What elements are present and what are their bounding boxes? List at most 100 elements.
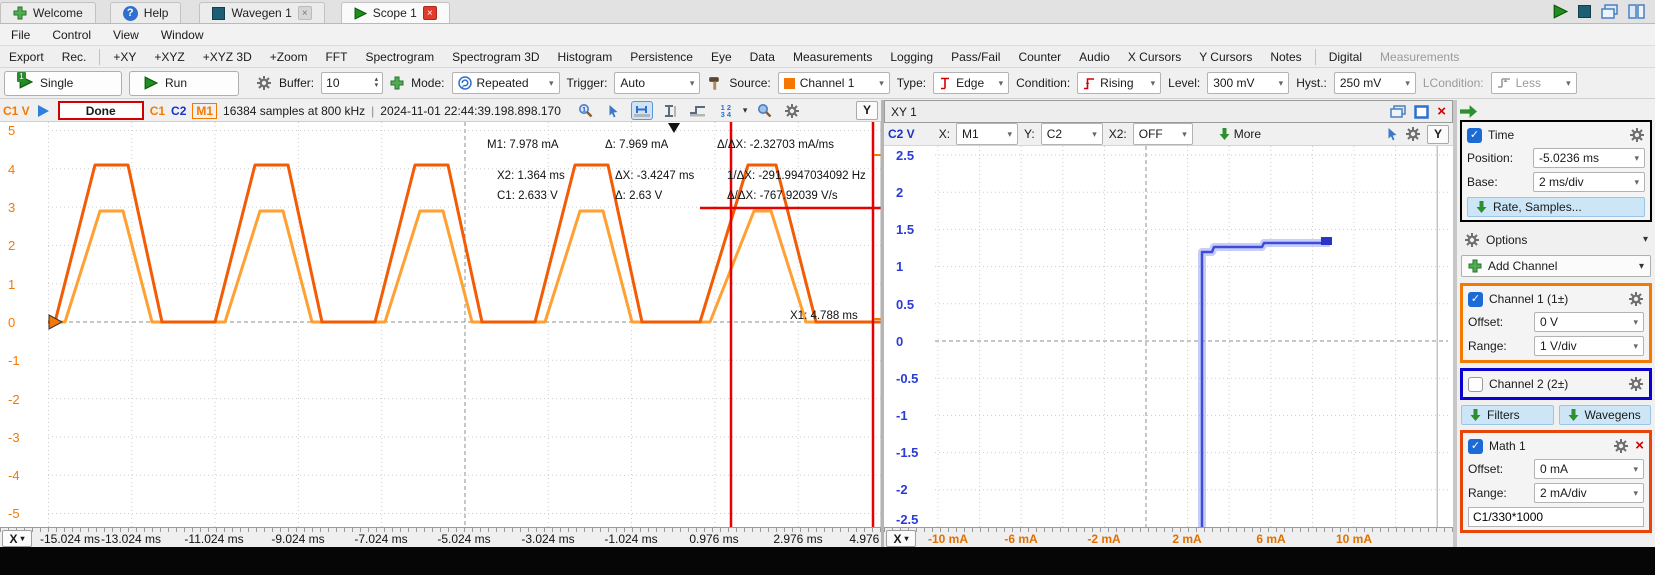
condition-combo[interactable]: Rising ▾	[1077, 72, 1161, 94]
trigger-combo[interactable]: Auto ▾	[614, 72, 700, 94]
options-row[interactable]: Options ▾	[1460, 228, 1652, 251]
ribbon-notes[interactable]: Notes	[1261, 50, 1310, 64]
zoom-icon[interactable]	[753, 101, 775, 120]
ribbon-spectrogram[interactable]: Spectrogram	[356, 50, 443, 64]
single-button[interactable]: 1 Single	[4, 71, 122, 96]
xy-window-titlebar[interactable]: XY 1 ×	[884, 100, 1453, 123]
horizontal-cursor-mode-icon[interactable]	[631, 101, 653, 120]
filters-button[interactable]: Filters	[1461, 405, 1554, 425]
channel2-checkbox[interactable]	[1468, 377, 1483, 392]
menu-file[interactable]: File	[0, 28, 41, 42]
xy-pointer-icon[interactable]	[1386, 127, 1399, 141]
ribbon-ycursors[interactable]: Y Cursors	[1190, 50, 1261, 64]
ribbon-persistence[interactable]: Persistence	[621, 50, 702, 64]
xy-y-combo[interactable]: C2 ▾	[1041, 123, 1103, 145]
xy-gear-icon[interactable]	[1405, 126, 1421, 142]
tab-help[interactable]: ? Help	[110, 2, 182, 23]
step-cursor-mode-icon[interactable]	[687, 101, 709, 120]
math1-badge[interactable]: M1	[192, 103, 217, 119]
ribbon-xyz[interactable]: +XYZ	[145, 50, 193, 64]
menu-view[interactable]: View	[102, 28, 150, 42]
type-combo[interactable]: Edge ▾	[933, 72, 1009, 94]
pointer-mode-icon[interactable]	[603, 101, 625, 120]
xy-more-button[interactable]: More	[1213, 124, 1267, 144]
channel2-gear-icon[interactable]	[1628, 376, 1644, 392]
float-window-icon[interactable]	[1390, 105, 1406, 119]
xy-y-axis-button[interactable]: Y	[1427, 125, 1449, 144]
menu-window[interactable]: Window	[150, 28, 215, 42]
level-combo[interactable]: 300 mV ▾	[1207, 72, 1289, 94]
stop-all-icon[interactable]	[1578, 5, 1591, 18]
ribbon-counter[interactable]: Counter	[1009, 50, 1070, 64]
scope-options-gear-icon[interactable]	[781, 101, 803, 120]
scope-axis-tag[interactable]: C1 V	[3, 104, 30, 118]
cascade-windows-icon[interactable]	[1601, 4, 1618, 19]
time-gear-icon[interactable]	[1629, 127, 1645, 143]
channel2-badge[interactable]: C2	[171, 104, 186, 118]
ribbon-audio[interactable]: Audio	[1070, 50, 1119, 64]
ribbon-data[interactable]: Data	[741, 50, 784, 64]
scope-plot[interactable]: 5 4 3 2 1 0 -1 -2 -3 -4 -5	[0, 122, 881, 527]
tab-wavegen[interactable]: Wavegen 1 ×	[199, 2, 324, 23]
ribbon-xcursors[interactable]: X Cursors	[1119, 50, 1190, 64]
xy-plot[interactable]: 2.5 2 1.5 1 0.5 0 -0.5 -1 -1.5 -2 -2.5	[884, 146, 1453, 527]
ribbon-histogram[interactable]: Histogram	[549, 50, 622, 64]
math1-gear-icon[interactable]	[1613, 438, 1629, 454]
trigger-hammer-icon[interactable]	[707, 76, 722, 91]
quad-view-icon[interactable]: 1 23 4	[715, 101, 737, 120]
tile-windows-icon[interactable]	[1628, 4, 1645, 19]
maximize-window-icon[interactable]	[1414, 105, 1429, 119]
run-all-icon[interactable]	[1553, 4, 1568, 19]
math1-range-combo[interactable]: 2 mA/div ▾	[1534, 483, 1644, 503]
xy-axis-tag[interactable]: C2 V	[888, 127, 915, 141]
expand-arrow-icon[interactable]	[36, 104, 52, 118]
ribbon-zoom[interactable]: +Zoom	[261, 50, 317, 64]
tab-scope[interactable]: Scope 1 ×	[341, 2, 450, 23]
math1-formula-input[interactable]	[1468, 507, 1644, 527]
tab-welcome[interactable]: Welcome	[0, 2, 96, 23]
buffer-spinner[interactable]: 10 ▴▾	[321, 72, 383, 94]
run-button[interactable]: Run	[129, 71, 239, 96]
hysteresis-combo[interactable]: 250 mV ▾	[1334, 72, 1416, 94]
xy-x2-combo[interactable]: OFF ▾	[1133, 123, 1193, 145]
channel1-checkbox[interactable]: ✓	[1468, 292, 1483, 307]
ribbon-export[interactable]: Export	[0, 50, 53, 64]
mode-combo[interactable]: Repeated ▾	[452, 72, 560, 94]
xy-x-combo[interactable]: M1 ▾	[956, 123, 1018, 145]
add-buffer-icon[interactable]	[390, 76, 404, 90]
channel1-offset-combo[interactable]: 0 V ▾	[1534, 312, 1644, 332]
position-combo[interactable]: -5.0236 ms ▾	[1533, 148, 1645, 168]
wavegens-button[interactable]: Wavegens	[1559, 405, 1652, 425]
add-channel-button[interactable]: Add Channel ▾	[1461, 255, 1651, 277]
tab-wavegen-close-icon[interactable]: ×	[298, 6, 312, 20]
chevron-down-icon[interactable]: ▾	[743, 105, 748, 116]
channel1-range-combo[interactable]: 1 V/div ▾	[1534, 336, 1644, 356]
zoom-one-icon[interactable]: 1	[575, 101, 597, 120]
math1-checkbox[interactable]: ✓	[1468, 439, 1483, 454]
ribbon-xy[interactable]: +XY	[104, 50, 145, 64]
scope-y-axis-button[interactable]: Y	[856, 101, 878, 120]
ribbon-digital[interactable]: Digital	[1320, 50, 1371, 64]
ribbon-rec[interactable]: Rec.	[53, 50, 96, 64]
channel1-badge[interactable]: C1	[150, 104, 165, 118]
trigger-time-marker[interactable]	[668, 123, 680, 133]
ribbon-measurements[interactable]: Measurements	[784, 50, 881, 64]
spinner-arrows-icon[interactable]: ▴▾	[375, 77, 379, 89]
vertical-cursor-mode-icon[interactable]	[659, 101, 681, 120]
collapse-sidebar-arrow-icon[interactable]	[1460, 105, 1477, 118]
buffer-gear-icon[interactable]	[256, 75, 272, 91]
math1-offset-combo[interactable]: 0 mA ▾	[1534, 459, 1644, 479]
source-combo[interactable]: Channel 1 ▾	[778, 72, 890, 94]
time-checkbox[interactable]: ✓	[1467, 128, 1482, 143]
rate-samples-button[interactable]: Rate, Samples...	[1467, 197, 1645, 217]
ribbon-passfail[interactable]: Pass/Fail	[942, 50, 1009, 64]
ribbon-xyz3d[interactable]: +XYZ 3D	[194, 50, 261, 64]
menu-control[interactable]: Control	[41, 28, 102, 42]
base-combo[interactable]: 2 ms/div ▾	[1533, 172, 1645, 192]
channel1-gear-icon[interactable]	[1628, 291, 1644, 307]
tab-scope-close-icon[interactable]: ×	[423, 6, 437, 20]
ribbon-fft[interactable]: FFT	[316, 50, 356, 64]
scope-x-axis-button[interactable]: X▾	[2, 530, 32, 547]
xy-x-axis-button[interactable]: X▾	[886, 530, 916, 547]
ribbon-logging[interactable]: Logging	[881, 50, 942, 64]
